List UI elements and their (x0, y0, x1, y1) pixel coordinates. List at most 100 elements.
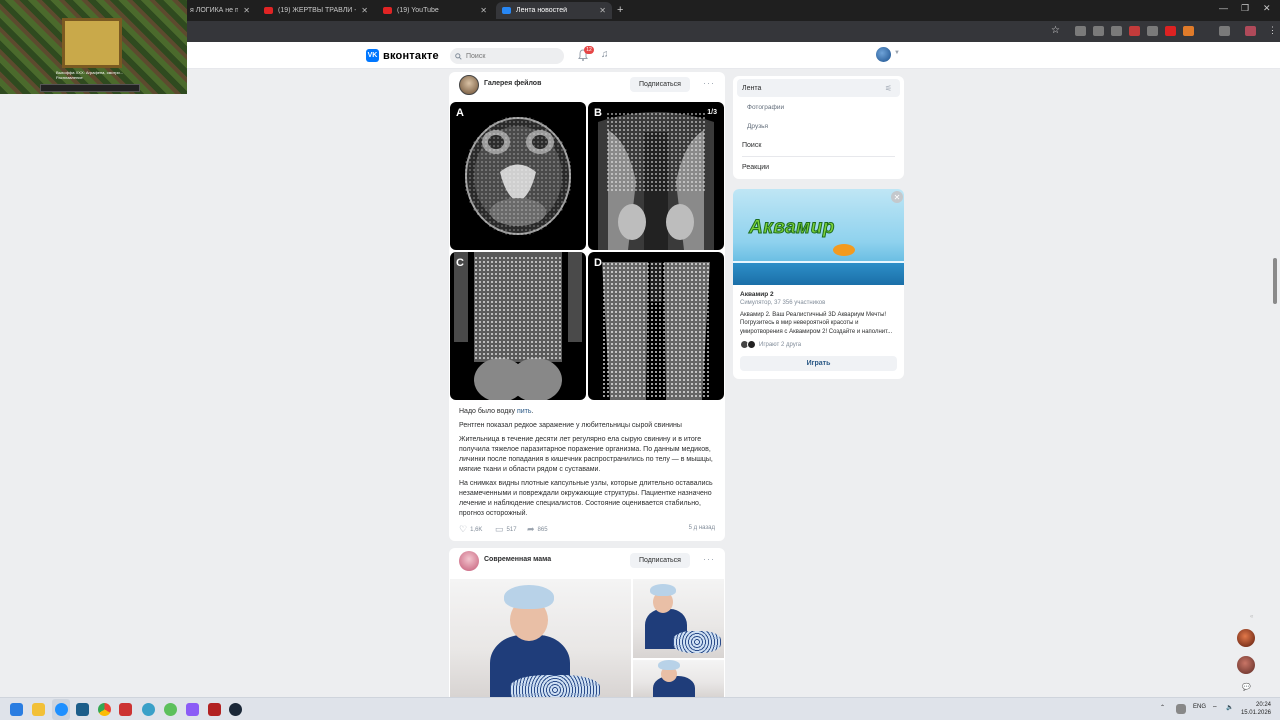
comment-icon: ▭ (495, 524, 504, 534)
extension-icon[interactable] (1129, 26, 1140, 36)
messages-icon[interactable]: 💬 (1242, 683, 1251, 691)
extension-icon[interactable] (1075, 26, 1086, 36)
app-icon[interactable] (142, 703, 155, 716)
filter-icon[interactable]: ⚟ (885, 84, 892, 93)
app-icon[interactable] (119, 703, 132, 716)
discord-icon[interactable] (186, 703, 199, 716)
caption-text: Надо было водку (459, 408, 517, 415)
chat-avatar[interactable] (1237, 629, 1255, 647)
subscribe-button[interactable]: Подписаться (630, 77, 690, 92)
post-author[interactable]: Современная мама (484, 556, 551, 563)
maximize-button[interactable]: ❐ (1241, 3, 1249, 14)
share-button[interactable]: ➦ 865 (527, 524, 548, 535)
more-options-icon[interactable]: ··· (703, 78, 715, 88)
like-button[interactable]: ♡ 1,6K (459, 524, 482, 535)
vk-logo[interactable]: VK вконтакте (366, 49, 439, 62)
close-icon[interactable]: ✕ (891, 191, 903, 203)
avatar[interactable] (459, 75, 479, 95)
youtube-extension-icon[interactable] (1165, 26, 1176, 36)
page-scrollbar[interactable] (1273, 258, 1277, 304)
bookmark-star-icon[interactable]: ☆ (1051, 25, 1060, 36)
post-paragraph: Жительница в течение десяти лет регулярн… (459, 436, 713, 473)
ad-title[interactable]: Аквамир 2 (740, 291, 774, 298)
edge-icon[interactable] (55, 703, 68, 716)
chrome-icon[interactable] (98, 703, 111, 716)
post-photo[interactable] (450, 579, 631, 697)
post-author[interactable]: Галерея фейлов (484, 80, 541, 87)
new-tab-button[interactable]: + (617, 4, 623, 16)
post-photo[interactable]: B 1/3 (588, 102, 724, 250)
post-paragraph: На снимках видны плотные капсульные узлы… (459, 480, 713, 517)
post-photo[interactable] (633, 579, 724, 658)
chat-avatar[interactable] (1237, 656, 1255, 674)
browser-tab[interactable]: (19) YouTube ✕ (377, 2, 493, 19)
extension-icon[interactable] (1093, 26, 1104, 36)
caption-link[interactable]: пить (517, 408, 532, 415)
post-timestamp[interactable]: 5 д назад (689, 525, 715, 531)
clock-date: 15.01.2026 (1240, 710, 1271, 716)
taskbar-clock[interactable]: 20:24 15.01.2026 (1239, 701, 1271, 717)
ad-image[interactable]: Аквамир (733, 189, 904, 285)
ad-card: Аквамир ✕ Аквамир 2 Симулятор, 37 356 уч… (733, 189, 904, 379)
tray-app-icon[interactable] (1176, 704, 1186, 714)
minimize-button[interactable]: — (1219, 3, 1228, 13)
wifi-icon[interactable]: ⌔ (1212, 704, 1218, 712)
extension-icon[interactable] (1183, 26, 1194, 36)
game-hotbar (40, 84, 140, 92)
post-photo[interactable]: C (450, 252, 586, 400)
terminal-icon[interactable] (76, 703, 89, 716)
friends-text: Играют 2 друга (759, 341, 802, 348)
steam-icon[interactable] (229, 703, 242, 716)
close-icon[interactable]: ✕ (599, 6, 606, 15)
close-icon[interactable]: ✕ (480, 6, 487, 15)
taskbar: ⌃ ENG ⌔ 🔈 20:24 15.01.2026 (0, 697, 1280, 720)
browser-tab[interactable]: (19) ЖЕРТВЫ ТРАВЛИ - Что с ✕ (258, 2, 374, 19)
app-icon[interactable] (208, 703, 221, 716)
tray-chevron-icon[interactable]: ⌃ (1160, 704, 1165, 711)
search-input[interactable] (466, 52, 556, 60)
close-window-button[interactable]: ✕ (1263, 3, 1271, 14)
chevron-down-icon[interactable]: ▼ (894, 50, 900, 56)
tab-title: (19) YouTube (397, 7, 439, 14)
app-icon[interactable] (164, 703, 177, 716)
avatar[interactable] (876, 47, 891, 62)
menu-item-photos[interactable]: Фотографии (733, 98, 904, 116)
more-options-icon[interactable]: ··· (703, 554, 715, 564)
subscribe-button[interactable]: Подписаться (630, 553, 690, 568)
browser-menu-icon[interactable]: ⋮ (1268, 25, 1277, 36)
play-button[interactable]: Играть (740, 356, 897, 371)
menu-item-reactions[interactable]: Реакции (733, 158, 904, 176)
language-indicator[interactable]: ENG (1193, 704, 1206, 710)
share-icon: ➦ (527, 524, 535, 534)
water-wave (733, 261, 904, 285)
close-icon[interactable]: ✕ (361, 6, 368, 15)
search-icon (455, 52, 462, 60)
search-box[interactable] (450, 48, 564, 64)
close-icon[interactable]: ✕ (243, 6, 250, 15)
profile-icon[interactable] (1245, 26, 1256, 36)
comment-button[interactable]: ▭ 517 (495, 524, 517, 535)
browser-tab[interactable]: я ЛОГИКА не пер ✕ (184, 2, 256, 19)
extension-icon[interactable] (1147, 26, 1158, 36)
browser-toolbar: ☆ ⋮ (0, 21, 1280, 42)
post-photo[interactable]: A (450, 102, 586, 250)
collapse-chats-icon[interactable]: « (1250, 614, 1253, 620)
avatar[interactable] (459, 551, 479, 571)
vk-logo-text: вконтакте (383, 49, 439, 62)
post-photo[interactable]: D (588, 252, 724, 400)
music-icon[interactable]: ♫ (601, 49, 609, 60)
windows-start-icon[interactable] (10, 703, 23, 716)
mri-texture (606, 112, 706, 192)
volume-icon[interactable]: 🔈 (1226, 704, 1233, 711)
menu-item-search[interactable]: Поиск (733, 136, 904, 154)
heart-icon: ♡ (459, 524, 468, 534)
menu-item-feed[interactable]: Лента ⚟ (737, 79, 900, 97)
post-photo[interactable] (633, 660, 724, 697)
menu-item-label: Поиск (742, 141, 762, 149)
extension-icon[interactable] (1111, 26, 1122, 36)
divider (742, 156, 895, 157)
extensions-puzzle-icon[interactable] (1219, 26, 1230, 36)
browser-tab-active[interactable]: Лента новостей ✕ (496, 2, 612, 19)
file-explorer-icon[interactable] (32, 703, 45, 716)
menu-item-friends[interactable]: Друзья (733, 117, 904, 135)
